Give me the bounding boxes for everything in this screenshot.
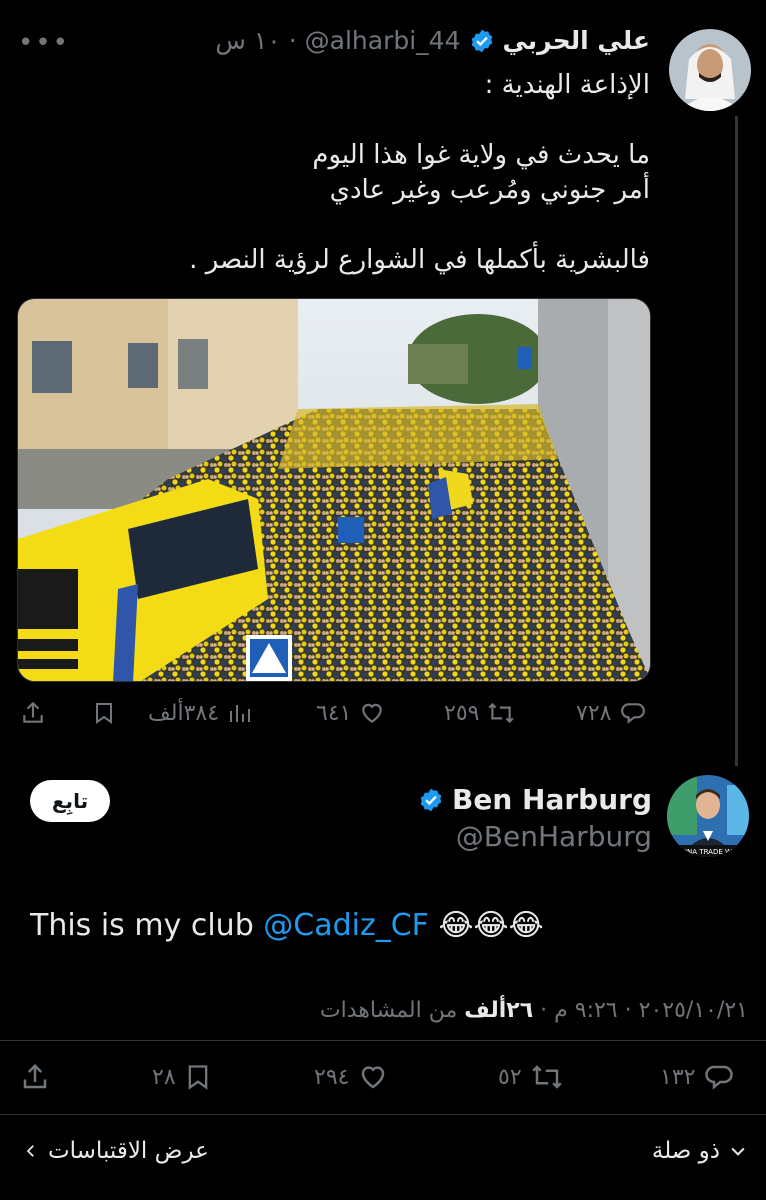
- analytics-icon: [227, 700, 251, 726]
- like-count: ٦٤١: [316, 700, 352, 726]
- avatar-alharbi[interactable]: [669, 29, 751, 111]
- separator-dot: ·: [288, 26, 297, 55]
- crowd-street-photo[interactable]: [17, 298, 651, 682]
- chevron-left-icon: [22, 1141, 40, 1161]
- main-action-bar: ٢٨ ٢٩٤ ٥٢ ١٣٢: [20, 1060, 750, 1094]
- thread-connector: [735, 116, 738, 766]
- post-metadata: ٢٠٢٥/١٠/٢١ · ٩:٢٦ م · ٢٦ألف من المشاهدات: [319, 998, 748, 1023]
- reply-stat[interactable]: ١٣٢: [660, 1062, 735, 1092]
- bookmark-icon[interactable]: [92, 700, 116, 726]
- main-author-header: Ben Harburg: [418, 783, 652, 816]
- views-stat[interactable]: ٣٨٤ألف: [148, 700, 251, 726]
- verified-badge-icon: [469, 28, 495, 54]
- heart-icon: [359, 700, 385, 726]
- parent-header: علي الحربي @alharbi_44 · ١٠ س: [215, 26, 650, 55]
- like-stat[interactable]: ٦٤١: [316, 700, 385, 726]
- avatar-ben-harburg[interactable]: CHINA TRADE WAR: [667, 775, 749, 857]
- post-clock-time[interactable]: ٩:٢٦ م: [554, 998, 618, 1023]
- relevant-label: ذو صلة: [651, 1138, 720, 1164]
- author-handle[interactable]: @alharbi_44: [305, 26, 461, 55]
- relevant-sort-toggle[interactable]: ذو صلة: [652, 1138, 748, 1164]
- share-icon[interactable]: [20, 1062, 50, 1092]
- bookmark-icon: [184, 1062, 212, 1092]
- repost-count: ٢٥٩: [444, 700, 480, 726]
- reply-icon: [619, 700, 647, 726]
- author-name[interactable]: علي الحربي: [503, 26, 651, 55]
- main-author-name[interactable]: Ben Harburg: [452, 783, 652, 816]
- chevron-down-icon: [728, 1141, 748, 1161]
- svg-text:CHINA TRADE WAR: CHINA TRADE WAR: [675, 848, 741, 856]
- reply-count: ١٣٢: [660, 1064, 696, 1090]
- views-total: ٢٦ألف: [464, 998, 534, 1023]
- more-options-icon[interactable]: •••: [18, 28, 70, 58]
- reply-stat[interactable]: ٧٢٨: [576, 700, 647, 726]
- laughing-emoji-icons: 😂😂😂: [438, 908, 544, 943]
- verified-badge-icon: [418, 787, 444, 813]
- repost-stat[interactable]: ٢٥٩: [444, 700, 515, 726]
- reply-icon: [703, 1062, 735, 1092]
- view-quotes-label: عرض الاقتباسات: [48, 1138, 209, 1164]
- repost-count: ٥٢: [498, 1064, 522, 1090]
- heart-icon: [357, 1062, 389, 1092]
- view-quotes-link[interactable]: عرض الاقتباسات: [22, 1138, 209, 1164]
- divider-top: [0, 1040, 766, 1041]
- mention-link[interactable]: @Cadiz_CF: [263, 908, 429, 943]
- views-label: من المشاهدات: [319, 998, 458, 1023]
- bookmark-count: ٢٨: [152, 1064, 176, 1090]
- parent-tweet-text: الإذاعة الهندية : ما يحدث في ولاية غوا ه…: [189, 70, 650, 275]
- like-stat[interactable]: ٢٩٤: [314, 1062, 389, 1092]
- tweet-body: This is my club: [30, 908, 264, 943]
- reply-count: ٧٢٨: [576, 700, 612, 726]
- follow-button[interactable]: تابِع: [30, 780, 110, 822]
- like-count: ٢٩٤: [314, 1064, 350, 1090]
- main-author-handle[interactable]: @BenHarburg: [456, 820, 652, 853]
- share-icon[interactable]: [20, 700, 46, 726]
- repost-icon: [487, 700, 515, 726]
- parent-action-bar: ٣٨٤ألف ٦٤١ ٢٥٩ ٧٢٨: [20, 700, 652, 730]
- repost-stat[interactable]: ٥٢: [498, 1062, 564, 1092]
- repost-icon: [530, 1062, 564, 1092]
- bookmark-stat[interactable]: ٢٨: [152, 1062, 212, 1092]
- post-time[interactable]: ١٠ س: [215, 26, 280, 55]
- views-count: ٣٨٤ألف: [148, 700, 220, 726]
- post-date[interactable]: ٢٠٢٥/١٠/٢١: [639, 998, 748, 1023]
- main-tweet-text: This is my club @Cadiz_CF 😂😂😂: [30, 908, 544, 943]
- divider-bottom: [0, 1114, 766, 1115]
